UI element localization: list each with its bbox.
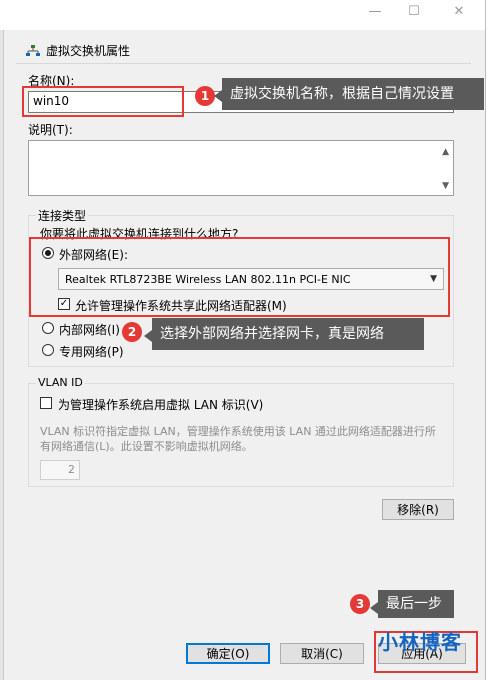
section-header: 虚拟交换机属性 xyxy=(16,38,471,64)
annotation-box-name xyxy=(22,86,184,117)
cancel-button[interactable]: 取消(C) xyxy=(280,643,364,664)
annotation-callout-2: 选择外部网络并选择网卡，真是网络 xyxy=(144,318,424,350)
minimize-icon[interactable]: — xyxy=(357,0,393,22)
annotation-callout-3: 最后一步 xyxy=(370,590,454,618)
internal-network-label: 内部网络(I) xyxy=(59,323,120,337)
ok-button[interactable]: 确定(O) xyxy=(186,643,270,664)
close-icon[interactable]: ✕ xyxy=(441,0,477,22)
annotation-box-external xyxy=(29,237,450,317)
network-switch-icon xyxy=(26,44,40,56)
vlan-enable-checkbox[interactable] xyxy=(40,397,52,409)
private-network-label: 专用网络(P) xyxy=(59,345,124,359)
annotation-badge-3: 3 xyxy=(350,594,370,614)
navigation-pane-edge xyxy=(0,30,4,680)
section-title: 虚拟交换机属性 xyxy=(46,44,131,58)
vlan-id-input[interactable]: 2 xyxy=(40,460,80,480)
vlan-group-label: VLAN ID xyxy=(36,376,85,389)
private-network-radio[interactable] xyxy=(42,344,54,356)
notes-label: 说明(T): xyxy=(28,123,73,137)
notes-textarea[interactable]: ▲ ▼ xyxy=(28,140,454,196)
remove-button[interactable]: 移除(R) xyxy=(382,499,454,520)
connection-type-label: 连接类型 xyxy=(36,207,89,224)
vlan-description: VLAN 标识符指定虚拟 LAN，管理操作系统使用该 LAN 通过此网络适配器进… xyxy=(40,425,436,453)
watermark-logo: 小林博客 xyxy=(378,630,462,654)
maximize-icon[interactable]: ☐ xyxy=(396,0,432,22)
window-edge xyxy=(485,0,489,680)
annotation-badge-2: 2 xyxy=(122,322,142,342)
scroll-up-icon[interactable]: ▲ xyxy=(442,147,449,157)
vlan-enable-label: 为管理操作系统启用虚拟 LAN 标识(V) xyxy=(58,398,264,412)
annotation-badge-1: 1 xyxy=(195,86,215,106)
scroll-down-icon[interactable]: ▼ xyxy=(442,181,449,191)
annotation-callout-1: 虚拟交换机名称，根据自己情况设置 xyxy=(214,78,484,110)
internal-network-radio[interactable] xyxy=(42,322,54,334)
